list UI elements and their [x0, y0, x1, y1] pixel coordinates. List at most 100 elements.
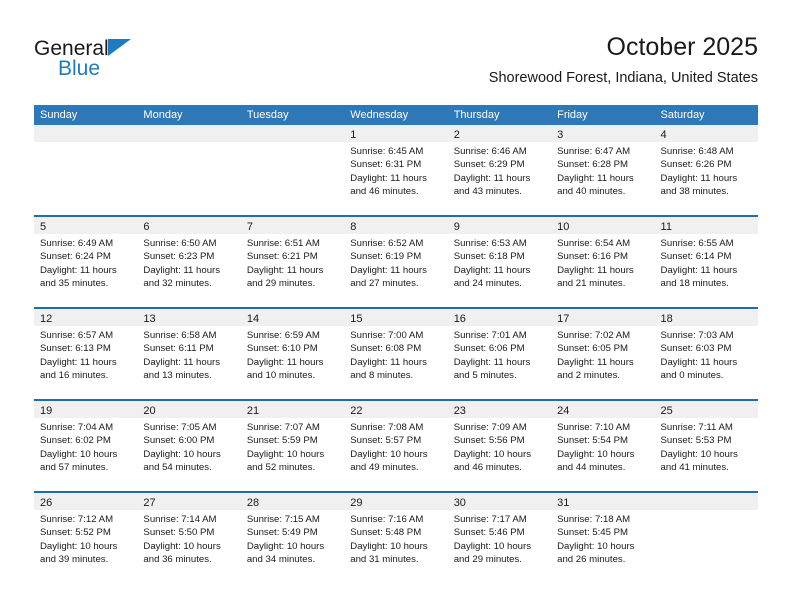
- day-number-band: 29: [344, 493, 448, 510]
- day-number-band: 23: [447, 401, 552, 418]
- day-number-band: 5: [34, 217, 138, 234]
- day-number-band: 12: [34, 309, 138, 326]
- day-number-band: 10: [551, 217, 655, 234]
- weekday-header-tuesday: Tuesday: [246, 109, 289, 121]
- day-number-band: 16: [447, 309, 552, 326]
- daylight-text-line1: Daylight: 11 hours: [350, 356, 427, 368]
- daylight-text-line1: Daylight: 10 hours: [40, 448, 118, 460]
- sunrise-text: Sunrise: 7:08 AM: [350, 422, 424, 433]
- day-number-band: 2: [447, 125, 552, 142]
- day-number-band: 4: [654, 125, 758, 142]
- day-cell: 29 Sunrise: 7:16 AM Sunset: 5:48 PM Dayligh…: [344, 493, 448, 583]
- day-cell-empty: [654, 493, 758, 583]
- day-cell: 17 Sunrise: 7:02 AM Sunset: 6:05 PM Dayligh…: [551, 309, 655, 399]
- day-number: 14: [246, 313, 260, 325]
- daylight-text-line2: and 29 minutes.: [246, 278, 316, 290]
- daylight-text-line2: and 41 minutes.: [660, 462, 729, 474]
- daylight-text-line1: Daylight: 11 hours: [453, 356, 531, 368]
- day-details: Sunrise: 6:53 AM Sunset: 6:18 PM Daylight:…: [448, 234, 551, 291]
- day-number: 27: [143, 497, 156, 509]
- daylight-text-line2: and 35 minutes.: [40, 278, 109, 290]
- day-cell: 24 Sunrise: 7:10 AM Sunset: 5:54 PM Dayligh…: [551, 401, 655, 491]
- daylight-text-line1: Daylight: 11 hours: [40, 356, 117, 368]
- daylight-text-line1: Daylight: 10 hours: [557, 448, 635, 460]
- page-header: General Blue October 2025 Shorewood Fore…: [0, 0, 792, 100]
- weekday-header-row: Sunday Monday Tuesday Wednesday Thursday…: [34, 105, 758, 125]
- day-number: 23: [453, 405, 466, 417]
- daylight-text-line1: Daylight: 10 hours: [246, 448, 325, 460]
- sunset-text: Sunset: 5:53 PM: [660, 435, 732, 447]
- sunset-text: Sunset: 6:16 PM: [557, 251, 629, 263]
- day-number-band: 1: [344, 125, 448, 142]
- day-details: Sunrise: 7:02 AM Sunset: 6:05 PM Daylight:…: [551, 326, 654, 383]
- sunrise-text: Sunrise: 6:47 AM: [557, 146, 631, 157]
- day-number: 6: [143, 221, 150, 233]
- sunset-text: Sunset: 6:18 PM: [453, 251, 525, 263]
- daylight-text-line2: and 24 minutes.: [453, 278, 522, 290]
- day-details: Sunrise: 6:46 AM Sunset: 6:29 PM Daylight:…: [448, 142, 551, 199]
- daylight-text-line2: and 18 minutes.: [660, 278, 729, 290]
- daylight-text-line1: Daylight: 11 hours: [143, 356, 221, 368]
- sunset-text: Sunset: 5:50 PM: [143, 527, 215, 539]
- week-row: 26 Sunrise: 7:12 AM Sunset: 5:52 PM Dayligh…: [34, 491, 758, 583]
- sunrise-text: Sunrise: 6:49 AM: [40, 238, 114, 249]
- day-details: Sunrise: 7:11 AM Sunset: 5:53 PM Daylight:…: [655, 418, 758, 475]
- day-details: Sunrise: 7:17 AM Sunset: 5:46 PM Daylight:…: [448, 510, 551, 567]
- daylight-text-line2: and 46 minutes.: [453, 462, 522, 474]
- daylight-text-line1: Daylight: 11 hours: [453, 264, 531, 276]
- daylight-text-line1: Daylight: 10 hours: [143, 448, 221, 460]
- daylight-text-line1: Daylight: 11 hours: [557, 264, 634, 276]
- weekday-header-monday: Monday: [143, 109, 183, 121]
- daylight-text-line2: and 8 minutes.: [350, 370, 414, 382]
- day-cell: 9 Sunrise: 6:53 AM Sunset: 6:18 PM Daylight…: [447, 217, 552, 307]
- day-cell: 3 Sunrise: 6:47 AM Sunset: 6:28 PM Daylight…: [551, 125, 655, 215]
- day-details: Sunrise: 6:48 AM Sunset: 6:26 PM Daylight:…: [655, 142, 758, 199]
- daylight-text-line1: Daylight: 11 hours: [660, 264, 738, 276]
- day-cell: 16 Sunrise: 7:01 AM Sunset: 6:06 PM Dayligh…: [447, 309, 552, 399]
- day-number: 26: [40, 497, 53, 509]
- day-cell: 8 Sunrise: 6:52 AM Sunset: 6:19 PM Daylight…: [344, 217, 448, 307]
- day-number-band: 24: [551, 401, 655, 418]
- sunrise-text: Sunrise: 6:51 AM: [246, 238, 320, 249]
- sunset-text: Sunset: 6:02 PM: [40, 435, 111, 447]
- daylight-text-line1: Daylight: 11 hours: [350, 172, 427, 184]
- day-number: 24: [557, 405, 570, 417]
- week-row: 12 Sunrise: 6:57 AM Sunset: 6:13 PM Dayligh…: [34, 307, 758, 399]
- daylight-text-line2: and 29 minutes.: [453, 554, 522, 566]
- day-number: 7: [246, 221, 253, 233]
- day-number: 25: [660, 405, 673, 417]
- sunset-text: Sunset: 6:05 PM: [557, 343, 629, 355]
- calendar-grid: Sunday Monday Tuesday Wednesday Thursday…: [34, 105, 758, 583]
- day-details: Sunrise: 7:15 AM Sunset: 5:49 PM Daylight:…: [241, 510, 344, 567]
- calendar-page: General Blue October 2025 Shorewood Fore…: [0, 0, 792, 612]
- daylight-text-line2: and 52 minutes.: [246, 462, 316, 474]
- daylight-text-line2: and 0 minutes.: [660, 370, 724, 382]
- weekday-header-friday: Friday: [557, 109, 588, 121]
- sunrise-text: Sunrise: 6:48 AM: [660, 146, 734, 157]
- daylight-text-line2: and 32 minutes.: [143, 278, 212, 290]
- day-cell: 26 Sunrise: 7:12 AM Sunset: 5:52 PM Dayligh…: [34, 493, 138, 583]
- day-number: 15: [350, 313, 363, 325]
- day-details: Sunrise: 6:55 AM Sunset: 6:14 PM Daylight:…: [655, 234, 758, 291]
- logo-text-general: General: [34, 37, 109, 60]
- daylight-text-line2: and 40 minutes.: [557, 186, 626, 198]
- day-details: Sunrise: 7:16 AM Sunset: 5:48 PM Daylight:…: [344, 510, 447, 567]
- daylight-text-line1: Daylight: 10 hours: [557, 540, 635, 552]
- day-number: 5: [40, 221, 47, 233]
- day-number: 16: [453, 313, 466, 325]
- sunset-text: Sunset: 5:59 PM: [246, 435, 318, 447]
- weeks-container: 1 Sunrise: 6:45 AM Sunset: 6:31 PM Daylight…: [34, 125, 758, 583]
- day-number: 19: [40, 405, 53, 417]
- sunrise-text: Sunrise: 7:03 AM: [660, 330, 734, 341]
- day-cell: 20 Sunrise: 7:05 AM Sunset: 6:00 PM Dayligh…: [137, 401, 241, 491]
- sunset-text: Sunset: 5:54 PM: [557, 435, 629, 447]
- daylight-text-line2: and 44 minutes.: [557, 462, 626, 474]
- sunrise-text: Sunrise: 7:00 AM: [350, 330, 424, 341]
- sunrise-text: Sunrise: 7:01 AM: [453, 330, 527, 341]
- day-details: Sunrise: 6:54 AM Sunset: 6:16 PM Daylight:…: [551, 234, 654, 291]
- day-number: 2: [453, 129, 460, 141]
- sunset-text: Sunset: 6:08 PM: [350, 343, 422, 355]
- sunset-text: Sunset: 5:56 PM: [453, 435, 525, 447]
- sunrise-text: Sunrise: 7:11 AM: [660, 422, 733, 433]
- day-number: 28: [246, 497, 260, 509]
